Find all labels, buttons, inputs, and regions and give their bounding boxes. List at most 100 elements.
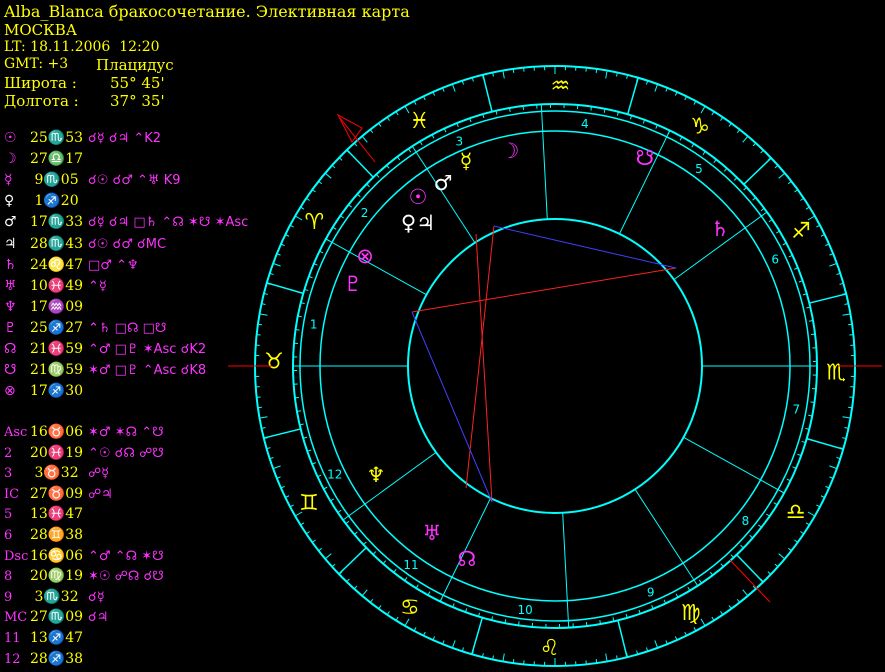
zodiac-degree-tick: [720, 611, 724, 615]
house-degree-tick: [295, 329, 300, 331]
house-number: 7: [792, 403, 800, 417]
house-degree-tick: [363, 541, 367, 546]
zodiac-sign-glyph: ♑: [690, 114, 710, 139]
house-degree-tick: [698, 579, 702, 584]
zodiac-degree-tick: [654, 640, 659, 649]
house-number: 1: [310, 317, 318, 331]
planet-glyph: ☽: [501, 139, 520, 163]
zodiac-degree-tick: [794, 539, 798, 543]
house-degree-tick: [353, 531, 358, 535]
zodiac-degree-tick: [720, 117, 724, 121]
zodiac-degree-tick: [512, 659, 515, 664]
zodiac-degree-tick: [654, 83, 659, 92]
zodiac-degree-tick: [369, 598, 374, 603]
zodiac-degree-tick: [842, 313, 851, 316]
house-degree-tick: [386, 164, 390, 169]
house-degree-tick: [345, 520, 350, 525]
planet-glyph: ⊗: [356, 244, 374, 268]
zodiac-degree-tick: [774, 164, 779, 169]
house-degree-tick: [752, 197, 757, 201]
mc-axis-line: [339, 117, 376, 163]
house-degree-tick: [393, 568, 397, 573]
zodiac-degree-tick: [829, 262, 838, 267]
house-degree-tick: [760, 207, 765, 212]
zodiac-degree-tick: [700, 105, 706, 114]
zodiac-sign-glyph: ♐: [791, 219, 811, 244]
zodiac-sign-glyph: ♒: [551, 74, 571, 99]
house-degree-tick: [740, 544, 744, 549]
zodiac-degree-tick: [361, 589, 368, 597]
zodiac-degree-tick: [386, 611, 390, 615]
zodiac-degree-tick: [257, 323, 262, 326]
zodiac-degree-tick: [794, 189, 798, 193]
house-number: 9: [647, 586, 655, 600]
aspect-line-red: [465, 225, 495, 489]
zodiac-degree-tick: [728, 605, 732, 609]
house-degree-tick: [723, 167, 728, 172]
zodiac-degree-tick: [361, 135, 368, 143]
zodiac-degree-tick: [736, 129, 741, 134]
zodiac-degree-tick: [736, 598, 741, 603]
house-degree-tick: [375, 174, 380, 178]
sign-divider: [736, 554, 764, 583]
house-degree-tick: [730, 554, 735, 558]
zodiac-degree-tick: [807, 511, 816, 517]
zodiac-degree-tick: [774, 563, 779, 568]
sign-divider: [471, 617, 484, 655]
zodiac-degree-tick: [760, 149, 764, 154]
sign-divider: [617, 620, 628, 658]
house-degree-tick: [396, 156, 401, 161]
house-degree-tick: [340, 215, 344, 219]
zodiac-degree-tick: [451, 640, 456, 649]
zodiac-degree-tick: [605, 653, 608, 662]
house-number: 2: [361, 206, 369, 220]
zodiac-degree-tick: [595, 68, 598, 73]
zodiac-degree-tick: [787, 547, 792, 552]
zodiac-degree-tick: [294, 215, 303, 221]
zodiac-degree-tick: [842, 416, 851, 419]
planet-glyph: ♇: [344, 272, 363, 296]
planet-glyph: ☋: [636, 146, 655, 170]
zodiac-degree-tick: [257, 406, 262, 409]
sign-divider: [266, 282, 304, 295]
aspect-line-blue: [493, 225, 677, 269]
house-number: 6: [771, 253, 779, 267]
house-cusp-line: [562, 512, 570, 628]
sign-divider: [263, 428, 301, 439]
sign-divider: [743, 157, 772, 185]
house-degree-tick: [766, 513, 770, 517]
zodiac-degree-tick: [272, 262, 281, 267]
house-degree-tick: [408, 148, 412, 153]
house-degree-tick: [810, 401, 815, 403]
house-degree-tick: [382, 560, 387, 565]
zodiac-degree-tick: [312, 189, 316, 193]
zodiac-sign-glyph: ♉: [264, 350, 284, 375]
zodiac-degree-tick: [306, 531, 310, 535]
chart-wheel: ♒♓♈♉♊♋♌♍♎♏♐♑123456789101112☽☿♂☉♀♃⊗♇♄♆♅☊☋: [228, 65, 882, 667]
zodiac-degree-tick: [346, 578, 350, 583]
zodiac-degree-tick: [800, 531, 804, 535]
house-cusp-line: [325, 238, 427, 296]
zodiac-sign-glyph: ♍: [681, 601, 701, 626]
zodiac-degree-tick: [324, 172, 332, 179]
zodiac-degree-tick: [338, 157, 343, 161]
house-degree-tick: [590, 106, 592, 111]
zodiac-degree-tick: [800, 197, 804, 201]
zodiac-degree-tick: [324, 553, 332, 560]
zodiac-degree-tick: [778, 172, 786, 179]
house-degree-tick: [808, 320, 814, 322]
zodiac-degree-tick: [605, 70, 608, 79]
planet-glyph: ♀♃: [401, 211, 435, 235]
zodiac-degree-tick: [306, 197, 310, 201]
zodiac-degree-tick: [353, 142, 358, 147]
planet-glyph: ♄: [711, 217, 730, 241]
zodiac-degree-tick: [742, 135, 749, 143]
zodiac-degree-tick: [752, 142, 757, 147]
zodiac-degree-tick: [386, 117, 390, 121]
planet-glyph: ☊: [458, 547, 477, 571]
zodiac-degree-tick: [767, 571, 772, 575]
house-cusp-line: [683, 436, 785, 494]
zodiac-degree-tick: [369, 129, 374, 134]
zodiac-degree-tick: [848, 323, 853, 326]
house-number: 11: [403, 558, 418, 572]
